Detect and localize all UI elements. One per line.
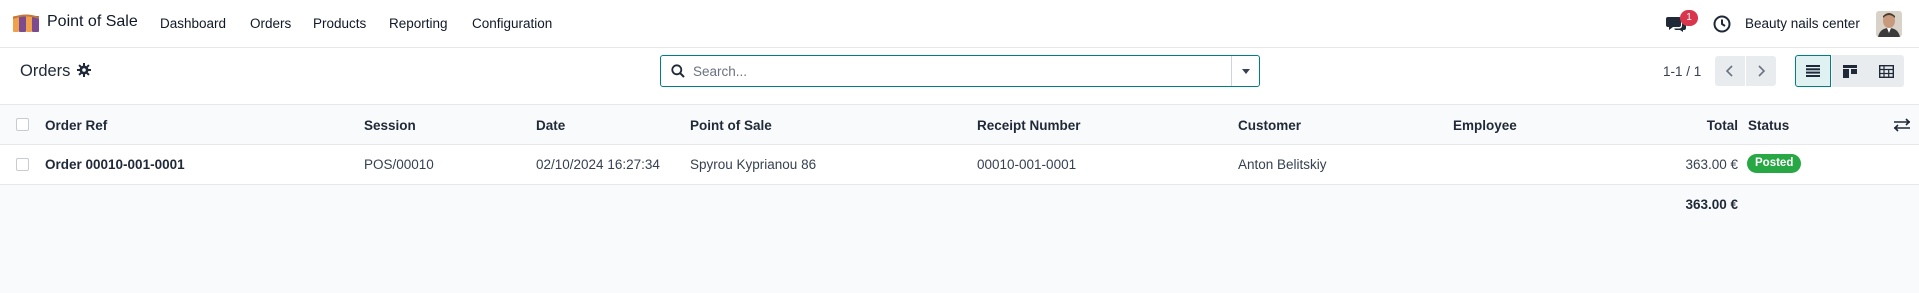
pager-next-button[interactable]	[1746, 56, 1776, 86]
search-input[interactable]	[693, 61, 1223, 81]
column-date[interactable]: Date	[536, 118, 565, 133]
kanban-view-icon	[1843, 64, 1857, 78]
cell-receipt-number: 00010-001-0001	[977, 157, 1077, 172]
cell-point-of-sale: Spyrou Kyprianou 86	[690, 157, 817, 172]
cell-customer: Anton Belitskiy	[1238, 157, 1327, 172]
cell-date: 02/10/2024 16:27:34	[536, 157, 660, 172]
search-options-toggle[interactable]	[1231, 56, 1259, 86]
pivot-view-icon	[1878, 64, 1894, 78]
row-checkbox[interactable]	[16, 158, 29, 171]
column-employee[interactable]: Employee	[1453, 118, 1517, 133]
menu-configuration[interactable]: Configuration	[472, 16, 552, 31]
menu-reporting[interactable]: Reporting	[389, 16, 448, 31]
cell-order-ref: Order 00010-001-0001	[45, 157, 185, 172]
gear-icon[interactable]	[77, 63, 91, 77]
column-receipt-number[interactable]: Receipt Number	[977, 118, 1081, 133]
chevron-right-icon	[1758, 65, 1766, 77]
clock-icon[interactable]	[1713, 15, 1731, 33]
footer-total: 363.00 €	[1685, 197, 1738, 212]
page-title: Orders	[20, 62, 71, 80]
chevron-left-icon	[1725, 65, 1733, 77]
chevron-down-icon	[1241, 68, 1250, 74]
menu-dashboard[interactable]: Dashboard	[160, 16, 226, 31]
notification-badge: 1	[1680, 10, 1698, 26]
user-avatar[interactable]	[1876, 11, 1902, 37]
list-view-button[interactable]	[1795, 55, 1831, 87]
pager-previous-button[interactable]	[1715, 56, 1745, 86]
menu-products[interactable]: Products	[313, 16, 366, 31]
column-customer[interactable]: Customer	[1238, 118, 1301, 133]
control-panel: Orders 1-1 / 1	[0, 48, 1919, 105]
cell-session: POS/00010	[364, 157, 434, 172]
pivot-view-button[interactable]	[1868, 55, 1904, 87]
list-view-icon	[1806, 65, 1820, 77]
kanban-view-button[interactable]	[1832, 55, 1868, 87]
top-navbar: Point of Sale Dashboard Orders Products …	[0, 0, 1919, 48]
column-point-of-sale[interactable]: Point of Sale	[690, 118, 772, 133]
column-session[interactable]: Session	[364, 118, 416, 133]
app-logo-icon[interactable]	[13, 14, 39, 34]
cell-total: 363.00 €	[1685, 157, 1738, 172]
table-row[interactable]: Order 00010-001-0001 POS/00010 02/10/202…	[0, 145, 1919, 185]
select-all-checkbox[interactable]	[16, 118, 29, 131]
menu-orders[interactable]: Orders	[250, 16, 291, 31]
search-icon	[671, 64, 685, 78]
optional-columns-icon[interactable]	[1894, 118, 1910, 132]
company-switcher[interactable]: Beauty nails center	[1745, 16, 1860, 31]
search-bar	[660, 55, 1260, 87]
table-header: Order Ref Session Date Point of Sale Rec…	[0, 106, 1919, 145]
column-total[interactable]: Total	[1707, 118, 1738, 133]
status-badge: Posted	[1747, 154, 1802, 173]
app-name[interactable]: Point of Sale	[47, 13, 138, 31]
column-order-ref[interactable]: Order Ref	[45, 118, 107, 133]
pager-value[interactable]: 1-1 / 1	[1663, 64, 1701, 79]
column-status[interactable]: Status	[1748, 118, 1789, 133]
